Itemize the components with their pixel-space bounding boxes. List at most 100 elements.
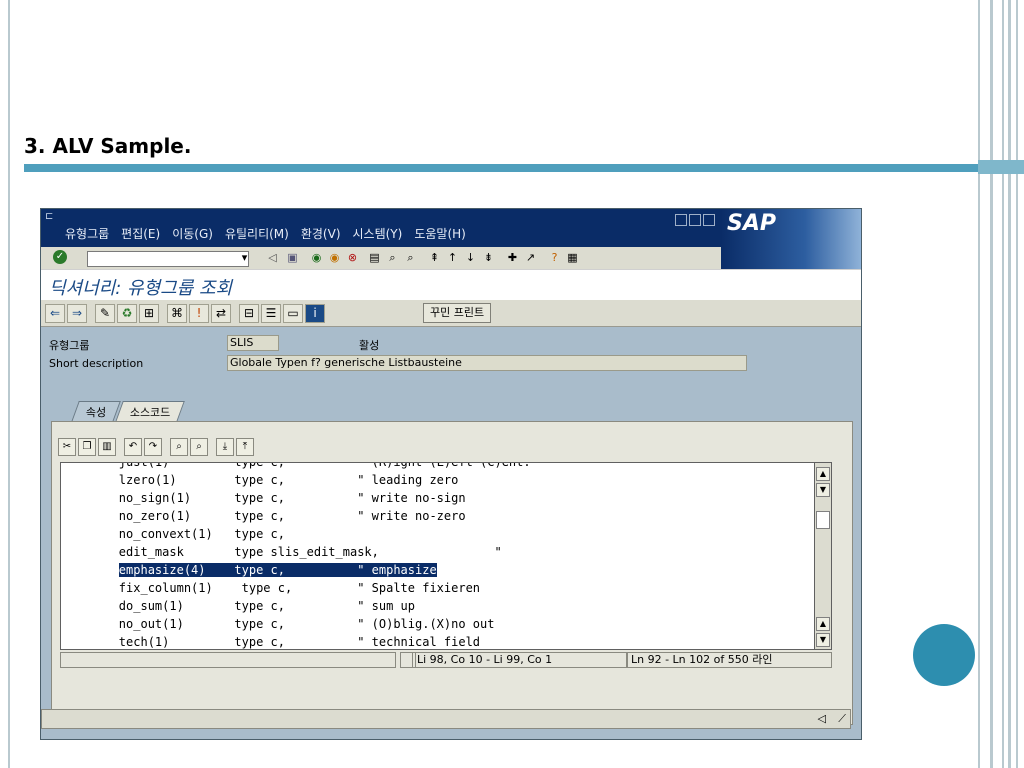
tab-strip: 속성 소스코드	[71, 401, 186, 422]
code-line: lzero(1) type c, " leading zero	[61, 473, 459, 487]
source-code-panel: ✂ ❐ ▥ ↶ ↷ ⌕ ⌕ ⤓ ⤒ just(1) type c, " (R)i…	[51, 421, 853, 725]
print-icon[interactable]: ▤	[367, 250, 382, 265]
status-empty-cell	[60, 652, 396, 668]
system-menu-icon[interactable]: ⊏	[45, 211, 53, 222]
cancel-icon[interactable]: ⊗	[345, 250, 360, 265]
save-icon[interactable]: ▣	[285, 250, 300, 265]
scroll-up-icon[interactable]: ▲	[816, 467, 830, 481]
command-field[interactable]	[87, 251, 249, 267]
status-label: 활성	[359, 339, 380, 352]
title-underline	[24, 164, 1024, 172]
create-session-icon[interactable]: ✚	[505, 250, 520, 265]
paste-icon[interactable]: ▥	[98, 438, 116, 456]
code-line: no_zero(1) type c, " write no-zero	[61, 509, 466, 523]
menu-utilities[interactable]: 유틸리티(M)	[225, 225, 289, 242]
info-marker-icon[interactable]: !	[189, 304, 209, 323]
close-icon[interactable]	[703, 214, 715, 226]
code-editor[interactable]: just(1) type c, " (R)ight (L)eft (C)ent.…	[60, 462, 816, 650]
work-area: 유형그룹 SLIS 활성 Short description Globale T…	[41, 327, 861, 739]
type-group-field[interactable]: SLIS	[227, 335, 279, 351]
activate-icon[interactable]: ⊞	[139, 304, 159, 323]
page-up-icon[interactable]: ▲	[816, 617, 830, 631]
type-group-label: 유형그룹	[49, 339, 90, 352]
short-description-label: Short description	[49, 357, 144, 370]
cut-icon[interactable]: ✂	[58, 438, 76, 456]
cursor-position: Li 98, Co 10 - Li 99, Co 1	[412, 652, 628, 668]
menu-items: 유형그룹 편집(E) 이동(G) 유틸리티(M) 환경(V) 시스템(Y) 도움…	[65, 225, 466, 242]
back-icon[interactable]: ◉	[309, 250, 324, 265]
exit-icon[interactable]: ◉	[327, 250, 342, 265]
slide-left-border	[8, 0, 10, 768]
window-icon[interactable]: ▭	[283, 304, 303, 323]
code-line: no_sign(1) type c, " write no-sign	[61, 491, 466, 505]
find-next-icon[interactable]: ⌕	[403, 250, 418, 265]
tab-attributes[interactable]: 속성	[71, 401, 122, 422]
object-list-icon[interactable]: ☰	[261, 304, 281, 323]
shortcut-icon[interactable]: ↗	[523, 250, 538, 265]
short-description-field[interactable]: Globale Typen f? generische Listbaustein…	[227, 355, 747, 371]
navigate-icon[interactable]: ⇄	[211, 304, 231, 323]
vertical-scrollbar[interactable]: ▲ ▼ ▲ ▼	[814, 462, 832, 650]
menu-edit[interactable]: 편집(E)	[121, 225, 160, 242]
layout-menu-icon[interactable]: ▦	[565, 250, 580, 265]
scroll-thumb[interactable]	[816, 511, 830, 529]
menu-system[interactable]: 시스템(Y)	[353, 225, 403, 242]
screen-title: 딕셔너리: 유형그룹 조회	[49, 278, 233, 299]
where-used-icon[interactable]: ⌘	[167, 304, 187, 323]
find-icon[interactable]: ⌕	[170, 438, 188, 456]
next-page-icon[interactable]: ↓	[463, 250, 478, 265]
tab-source-code[interactable]: 소스코드	[115, 401, 186, 422]
code-line: do_sum(1) type c, " sum up	[61, 599, 416, 613]
page-down-icon[interactable]: ▼	[816, 633, 830, 647]
slide-title: 3. ALV Sample.	[24, 134, 192, 158]
copy-icon[interactable]: ❐	[78, 438, 96, 456]
last-page-icon[interactable]: ⇟	[481, 250, 496, 265]
export-icon[interactable]: ⤒	[236, 438, 254, 456]
code-line: no_out(1) type c, " (O)blig.(X)no out	[61, 617, 495, 631]
code-line: no_convext(1) type c,	[61, 527, 285, 541]
code-line: tech(1) type c, " technical field	[61, 635, 481, 649]
code-line: fix_column(1) type c, " Spalte fixieren	[61, 581, 481, 595]
maximize-icon[interactable]	[689, 214, 701, 226]
editor-status-row: Li 98, Co 10 - Li 99, Co 1 Ln 92 - Ln 10…	[60, 652, 832, 668]
decorative-circle	[913, 624, 975, 686]
selected-text: emphasize(4) type c, " emphasize	[118, 563, 437, 577]
previous-object-icon[interactable]: ⇐	[45, 304, 65, 323]
sap-window: ⊏ 유형그룹 편집(E) 이동(G) 유틸리티(M) 환경(V) 시스템(Y) …	[40, 208, 862, 740]
enter-icon[interactable]: ✓	[53, 250, 67, 264]
code-line: just(1) type c, " (R)ight (L)eft (C)ent.	[61, 462, 531, 469]
title-bar: 딕셔너리: 유형그룹 조회	[41, 269, 861, 301]
menu-type-group[interactable]: 유형그룹	[65, 225, 109, 242]
title-underline-accent	[978, 160, 1024, 174]
help-icon[interactable]: ?	[547, 250, 562, 265]
command-dropdown-icon[interactable]: ▾	[237, 250, 252, 265]
resize-grip-icon[interactable]: ⟋	[838, 712, 846, 726]
find-icon[interactable]: ⌕	[385, 250, 400, 265]
check-icon[interactable]: ♻	[117, 304, 137, 323]
editor-toolbar: ✂ ❐ ▥ ↶ ↷ ⌕ ⌕ ⤓ ⤒	[58, 438, 254, 456]
menu-help[interactable]: 도움말(H)	[414, 225, 466, 242]
back-arrow-icon[interactable]: ◁	[265, 250, 280, 265]
insert-icon[interactable]: ⤓	[216, 438, 234, 456]
scroll-down-icon[interactable]: ▼	[816, 483, 830, 497]
sap-logo: SAP	[721, 209, 861, 269]
status-arrow-icon[interactable]: ◁	[818, 712, 826, 725]
menu-environment[interactable]: 환경(V)	[301, 225, 341, 242]
previous-page-icon[interactable]: ↑	[445, 250, 460, 265]
minimize-icon[interactable]	[675, 214, 687, 226]
window-controls	[675, 214, 715, 226]
information-icon[interactable]: i	[305, 304, 325, 323]
application-toolbar: ⇐ ⇒ ✎ ♻ ⊞ ⌘ ! ⇄ ⊟ ☰ ▭ i 꾸민 프린트	[41, 300, 861, 327]
line-range: Ln 92 - Ln 102 of 550 라인	[626, 652, 832, 668]
display-change-icon[interactable]: ✎	[95, 304, 115, 323]
find-next-icon[interactable]: ⌕	[190, 438, 208, 456]
next-object-icon[interactable]: ⇒	[67, 304, 87, 323]
undo-icon[interactable]: ↶	[124, 438, 142, 456]
slide-right-frame	[978, 0, 1024, 768]
hierarchy-icon[interactable]: ⊟	[239, 304, 259, 323]
pretty-print-button[interactable]: 꾸민 프린트	[423, 303, 492, 323]
menu-goto[interactable]: 이동(G)	[172, 225, 213, 242]
code-line: edit_mask type slis_edit_mask, "	[61, 545, 502, 559]
first-page-icon[interactable]: ⇞	[427, 250, 442, 265]
redo-icon[interactable]: ↷	[144, 438, 162, 456]
